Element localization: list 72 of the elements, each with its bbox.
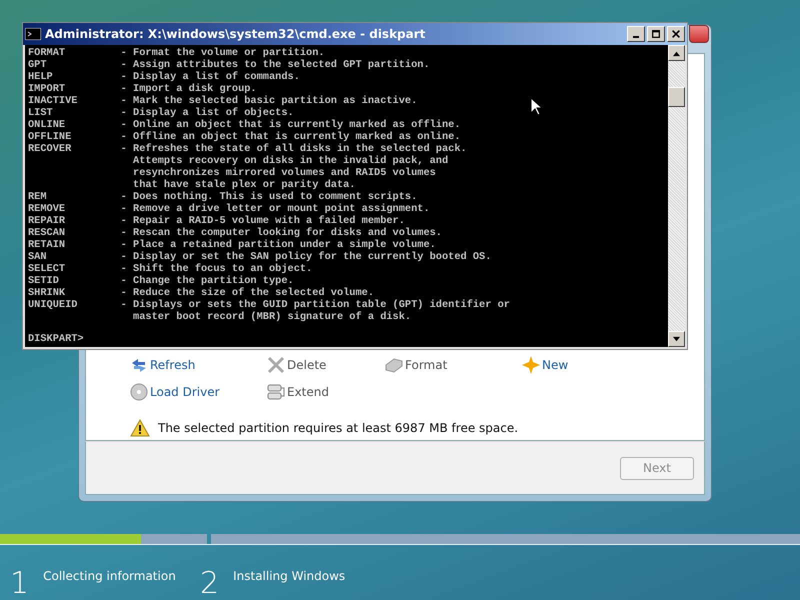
command-description: - Display a list of objects. [120,107,294,119]
command-name: INACTIVE [28,95,78,107]
step-number: 1 [10,569,30,599]
down-arrow-icon [672,336,681,342]
scrollbar[interactable] [668,45,685,347]
command-name: OFFLINE [28,131,72,143]
command-description: - Mark the selected basic partition as inactive. [120,95,418,107]
drives-icon [267,383,285,401]
up-arrow-icon [672,50,681,56]
command-description: - Refreshes the state of all disks in the selected pack. [120,143,467,155]
command-name: LIST [28,107,54,119]
refresh-icon [130,356,148,374]
command-description: - Rescan the computer looking for disks and volumes. [120,227,442,239]
command-description: resynchronizes mirrored volumes and RAID5 volumes [132,167,437,179]
action-link[interactable]: New [542,358,568,372]
minimize-icon [633,36,639,38]
action-link[interactable]: Load Driver [150,385,220,399]
command-description: - Assign attributes to the selected GPT partition. [120,59,430,71]
command-description: - Online an object that is currently marked as offline. [120,119,461,131]
command-name: GPT [28,59,48,71]
command-description: - Reduce the size of the selected volume. [120,287,374,299]
command-description: that have stale plex or parity data. [132,179,356,191]
console-icon [25,28,41,40]
command-name: FORMAT [28,47,66,59]
command-description: - Change the partition type. [120,275,294,287]
command-name: SAN [28,251,48,263]
command-description: - Does nothing. This is used to comment scripts. [120,191,418,203]
command-name: SHRINK [28,287,66,299]
command-name: ONLINE [28,119,66,131]
command-description: - Place a retained partition under a simple volume. [120,239,436,251]
step-label: Collecting information [43,569,176,583]
disc-icon [130,383,148,401]
command-description: - Displays or sets the GUID partition table (GPT) identifier or [120,299,510,311]
command-name: REMOVE [28,203,66,215]
command-name: UNIQUEID [28,299,78,313]
warning-icon [130,419,150,437]
window-title: Administrator: X:\windows\system32\cmd.exe - diskpart [45,27,426,41]
drive-icon [385,356,403,374]
command-description: - Offline an object that is currently marked as online. [120,131,461,143]
minimize-button[interactable] [627,26,645,42]
command-description: - Remove a drive letter or mount point assignment. [120,203,430,215]
sparkle-icon [522,356,540,374]
close-icon [671,29,681,39]
command-prompt: DISKPART> [28,333,85,345]
command-name: RETAIN [28,239,66,251]
x-icon [267,356,285,374]
maximize-icon [651,29,661,39]
command-description: - Format the volume or partition. [120,47,325,59]
step-number: 2 [200,569,220,599]
command-description: - Shift the focus to an object. [120,263,312,275]
command-name: IMPORT [28,83,66,95]
command-description: Attempts recovery on disks in the invalid pack, and [132,155,450,167]
step-label: Installing Windows [233,569,346,583]
command-description: - Display a list of commands. [120,71,300,83]
command-name: HELP [28,71,54,83]
command-name: SELECT [28,263,66,275]
action-link[interactable]: Refresh [150,358,196,372]
mouse-cursor-icon [530,97,542,116]
scroll-thumb[interactable] [668,87,685,107]
command-description: - Repair a RAID-5 volume with a failed member. [120,215,405,227]
command-name: SETID [28,275,60,287]
command-name: REM [28,191,48,203]
command-name: REPAIR [28,215,66,227]
command-name: RECOVER [28,143,72,157]
command-name: RESCAN [28,227,66,239]
command-description: - Display or set the SAN policy for the currently booted OS. [120,251,492,263]
warning-text: The selected partition requires at least 6987 MB free space. [158,421,518,435]
scroll-up-button[interactable] [668,45,685,61]
scroll-down-button[interactable] [668,331,685,347]
maximize-button[interactable] [647,26,665,42]
command-description: master boot record (MBR) signature of a disk. [132,311,412,323]
command-description: - Import a disk group. [120,83,257,95]
